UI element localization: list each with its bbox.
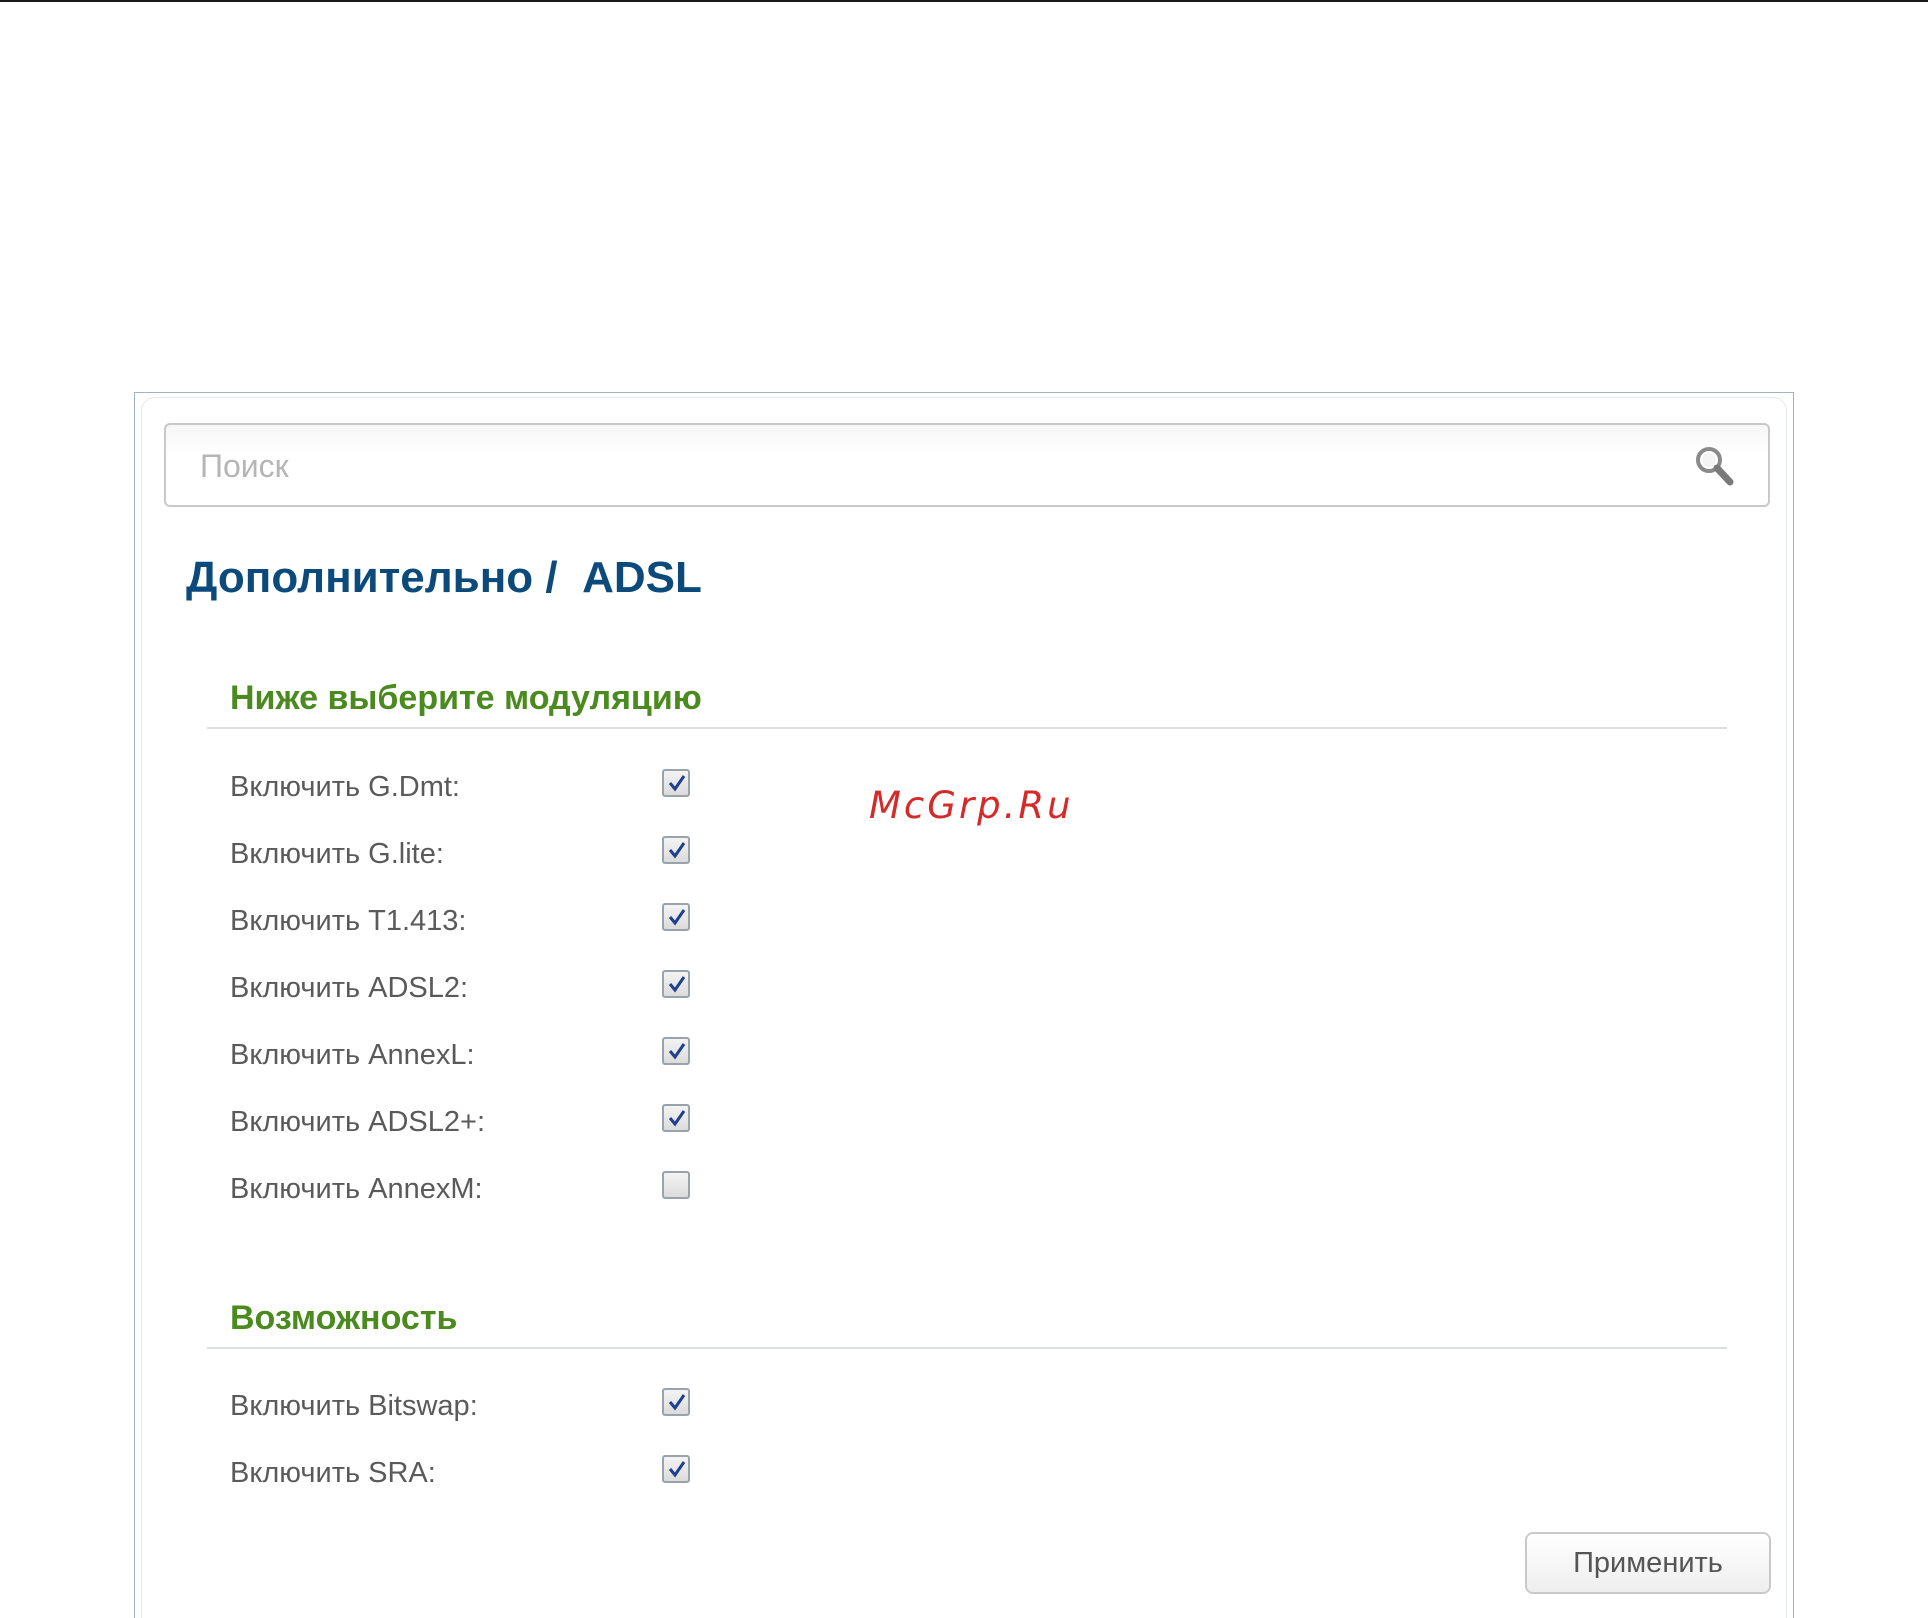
setting-row: Включить G.lite: [230, 834, 830, 874]
setting-checkbox[interactable] [662, 836, 690, 864]
top-divider [0, 0, 1928, 2]
checkmark-icon [668, 976, 686, 993]
checkmark-icon [668, 842, 686, 859]
setting-checkbox[interactable] [662, 1104, 690, 1132]
settings-panel: Дополнительно / ADSL Ниже выберите модул… [134, 392, 1794, 1618]
modulation-heading: Ниже выберите модуляцию [230, 679, 702, 717]
setting-row: Включить T1.413: [230, 901, 830, 941]
modulation-section: Ниже выберите модуляцию [207, 673, 1727, 729]
setting-row: Включить G.Dmt: [230, 767, 830, 807]
search-icon[interactable] [1692, 443, 1738, 489]
setting-row: Включить ADSL2: [230, 968, 830, 1008]
setting-row: Включить Bitswap: [230, 1386, 830, 1426]
capability-section: Возможность [207, 1293, 1727, 1349]
setting-checkbox[interactable] [662, 1037, 690, 1065]
checkmark-icon [668, 1110, 686, 1127]
search-input[interactable] [198, 425, 1662, 507]
breadcrumb-current: ADSL [582, 553, 702, 602]
apply-button[interactable]: Применить [1525, 1532, 1771, 1594]
checkmark-icon [668, 1394, 686, 1411]
setting-label: Включить G.lite: [230, 838, 444, 870]
setting-label: Включить Bitswap: [230, 1390, 478, 1422]
section-divider [207, 727, 1727, 729]
setting-label: Включить AnnexM: [230, 1173, 483, 1205]
setting-row: Включить AnnexM: [230, 1169, 830, 1209]
setting-label: Включить G.Dmt: [230, 771, 460, 803]
setting-row: Включить SRA: [230, 1453, 830, 1493]
setting-label: Включить T1.413: [230, 905, 467, 937]
search-bar [164, 423, 1770, 507]
breadcrumb-parent: Дополнительно / [186, 553, 558, 602]
setting-label: Включить ADSL2+: [230, 1106, 486, 1138]
setting-checkbox[interactable] [662, 970, 690, 998]
setting-checkbox[interactable] [662, 1455, 690, 1483]
setting-label: Включить ADSL2: [230, 972, 469, 1004]
watermark-text: McGrp.Ru [869, 784, 1074, 827]
setting-checkbox[interactable] [662, 903, 690, 931]
setting-checkbox[interactable] [662, 769, 690, 797]
setting-label: Включить AnnexL: [230, 1039, 475, 1071]
checkmark-icon [668, 775, 686, 792]
section-divider [207, 1347, 1727, 1349]
setting-checkbox[interactable] [662, 1388, 690, 1416]
capability-heading: Возможность [230, 1299, 458, 1337]
checkmark-icon [668, 909, 686, 926]
page-title: Дополнительно / ADSL [186, 553, 702, 603]
setting-row: Включить ADSL2+: [230, 1102, 830, 1142]
setting-checkbox[interactable] [662, 1171, 690, 1199]
checkmark-icon [668, 1043, 686, 1060]
setting-label: Включить SRA: [230, 1457, 436, 1489]
setting-row: Включить AnnexL: [230, 1035, 830, 1075]
checkmark-icon [668, 1461, 686, 1478]
